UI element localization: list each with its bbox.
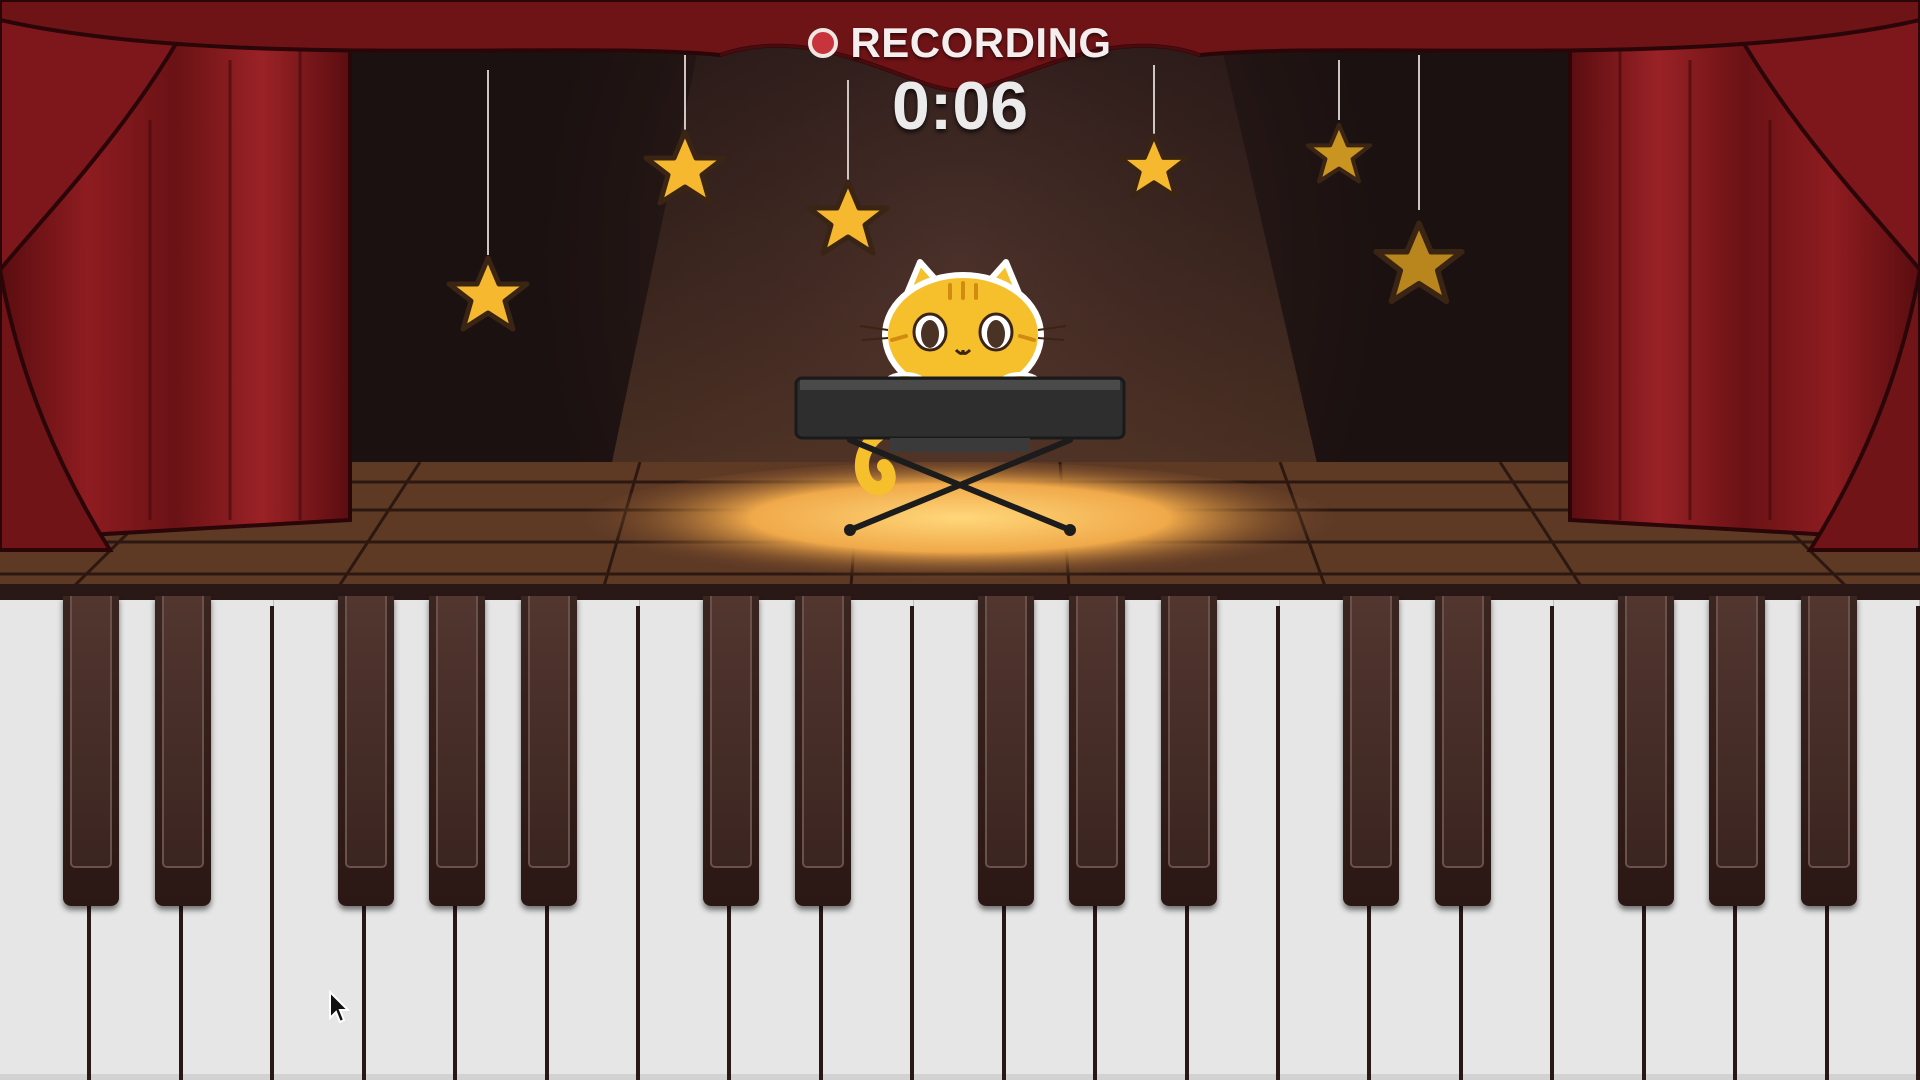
black-key[interactable] (977, 596, 1034, 906)
mouse-pointer-icon (329, 990, 351, 1024)
star-icon (446, 255, 530, 332)
black-key[interactable] (337, 596, 394, 906)
black-key[interactable] (154, 596, 211, 906)
star-icon (643, 129, 727, 206)
cat-pianist (794, 259, 1126, 536)
black-key[interactable] (1617, 596, 1674, 906)
black-key[interactable] (1709, 596, 1766, 906)
star-icon (1305, 122, 1373, 184)
key-divider (1916, 606, 1920, 1080)
black-key[interactable] (1069, 596, 1126, 906)
black-key[interactable] (429, 596, 486, 906)
recording-timer: 0:06 (891, 68, 1029, 144)
black-key[interactable] (1434, 596, 1491, 906)
piano-keyboard (0, 586, 1920, 1080)
piano-game-stage: RECORDING 0:06 (0, 0, 1920, 1080)
black-key[interactable] (703, 596, 760, 906)
recording-hud: RECORDING 0:06 (760, 18, 1160, 142)
star-icon (1118, 133, 1190, 199)
black-key[interactable] (520, 596, 577, 906)
record-dot-icon (808, 28, 839, 58)
black-key[interactable] (1800, 596, 1857, 906)
recording-status: RECORDING (760, 18, 1160, 68)
star-icon (1373, 220, 1465, 305)
black-key[interactable] (1160, 596, 1217, 906)
black-key[interactable] (63, 596, 120, 906)
star-icon (806, 179, 890, 256)
recording-label: RECORDING (850, 19, 1112, 66)
black-key[interactable] (1343, 596, 1400, 906)
black-key[interactable] (794, 596, 851, 906)
